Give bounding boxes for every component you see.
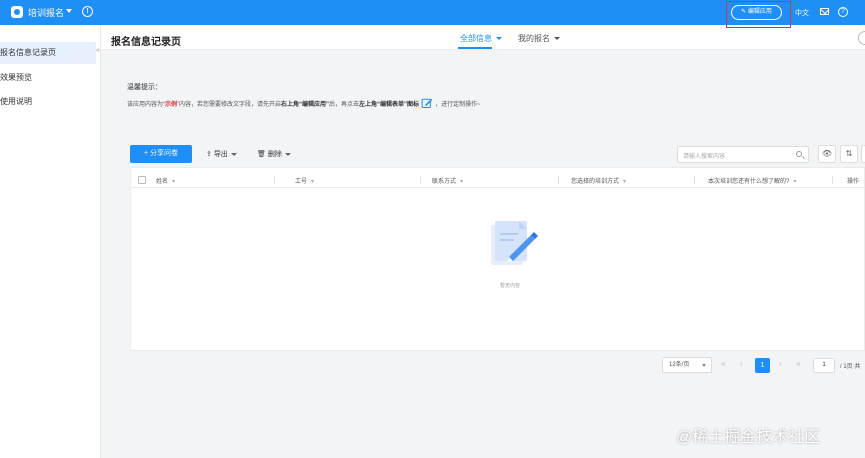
page-title: 报名信息记录页 xyxy=(111,37,181,48)
tab-label: 我的报名 xyxy=(518,34,550,43)
app-icon xyxy=(11,6,23,18)
export-label: 导出 xyxy=(213,151,228,158)
sort-chevron-icon: ▾ xyxy=(172,179,176,185)
sort-chevron-icon: ▾ xyxy=(460,179,464,185)
sidebar-item-label: 使用说明 xyxy=(0,97,32,106)
search-placeholder: 请输入搜索内容 xyxy=(683,154,726,160)
header-action-icon[interactable] xyxy=(858,31,865,45)
sort-chevron-icon: ▾ xyxy=(311,179,315,185)
chevron-down-icon xyxy=(496,37,502,41)
next-page-icon[interactable]: › xyxy=(779,359,782,368)
column-label: 姓名 xyxy=(156,179,169,185)
column-divider xyxy=(558,176,559,184)
column-visibility-eye-icon[interactable]: 👁 xyxy=(818,145,836,163)
sort-icon[interactable]: ⇅ xyxy=(840,145,858,163)
prev-page-icon[interactable]: ‹ xyxy=(740,359,743,368)
tip-text: 该应用内容为“示例”内容，若您需要修改文字段，请先开启右上角“编辑应用”后，再点… xyxy=(127,97,481,109)
language-switch[interactable]: 中文 xyxy=(795,8,809,18)
select-all-checkbox[interactable] xyxy=(138,176,146,184)
last-page-icon[interactable]: » xyxy=(796,359,800,368)
column-header-id[interactable]: 工号 ▾ xyxy=(295,176,314,185)
empty-document-icon xyxy=(491,221,538,265)
sidebar-item-preview[interactable]: 效果预览 xyxy=(0,67,96,89)
more-tools-icon[interactable] xyxy=(861,145,865,163)
search-icon[interactable] xyxy=(796,151,802,157)
chevron-down-icon xyxy=(230,152,237,156)
delete-label: 删除 xyxy=(267,151,282,158)
column-label: 本次培训您还有什么想了解的? xyxy=(708,179,790,185)
tip-bold: 左上角“编辑表单”图标 xyxy=(359,102,420,108)
tip-example: 示例 xyxy=(165,102,178,108)
first-page-icon[interactable]: « xyxy=(721,359,725,368)
chevron-down-icon xyxy=(702,364,706,367)
sort-chevron-icon: ▾ xyxy=(793,179,797,185)
tip-text-part: ，进行定制操作~ xyxy=(435,102,481,108)
page-total-text: / 1页 共 xyxy=(840,364,861,370)
page-jump-input[interactable]: 1 xyxy=(813,358,835,373)
column-label: 您选择的培训方式 xyxy=(571,179,620,185)
column-header-actions: 操作 xyxy=(847,179,860,185)
tab-all-info[interactable]: 全部信息 xyxy=(460,33,502,44)
tab-my-registration[interactable]: 我的报名 xyxy=(518,33,560,44)
tab-label: 全部信息 xyxy=(460,34,492,43)
column-divider xyxy=(274,176,275,184)
column-divider xyxy=(832,176,833,184)
tip-text-part: ”内容，若您需要修改文字段，请先开启 xyxy=(177,102,282,108)
edit-form-icon xyxy=(421,98,433,109)
tip-title: 温馨提示： xyxy=(127,84,162,91)
edit-app-highlight-box xyxy=(726,1,791,28)
trash-icon: 🗑 xyxy=(257,151,268,158)
empty-state-text: 暂无内容 xyxy=(500,283,521,289)
column-label: 工号 xyxy=(295,179,308,185)
column-header-training-method[interactable]: 您选择的培训方式 ▾ xyxy=(571,176,626,185)
sidebar-collapse-icon[interactable]: « xyxy=(96,47,100,54)
chevron-down-icon xyxy=(284,152,291,156)
column-divider xyxy=(420,176,421,184)
sidebar: 报名信息记录页 效果预览 使用说明 « xyxy=(0,25,101,458)
column-header-name[interactable]: 姓名 ▾ xyxy=(156,176,175,185)
app-name[interactable]: 培训报名 xyxy=(28,6,64,19)
tip-text-part: 后，再点击 xyxy=(329,102,360,108)
help-icon[interactable]: ? xyxy=(838,7,848,17)
delete-button[interactable]: 🗑 删除 xyxy=(257,149,291,159)
sidebar-item-usage[interactable]: 使用说明 xyxy=(0,91,96,113)
sort-chevron-icon: ▾ xyxy=(623,179,627,185)
watermark: @稀土掘金技术社区 xyxy=(676,429,821,446)
tip-text-part: 该应用内容为“ xyxy=(127,102,165,108)
column-header-questions[interactable]: 本次培训您还有什么想了解的? ▾ xyxy=(708,176,796,185)
chevron-down-icon xyxy=(554,37,560,41)
upload-icon: ⇪ xyxy=(206,151,214,158)
column-header-contact[interactable]: 联系方式 ▾ xyxy=(432,176,463,185)
current-page-button[interactable]: 1 xyxy=(755,358,770,373)
app-switch-chevron-down-icon[interactable] xyxy=(66,9,72,13)
share-questionnaire-button[interactable]: + 分享问卷 xyxy=(130,145,192,163)
page-size-value: 12条/页 xyxy=(669,362,690,368)
info-icon[interactable]: ! xyxy=(82,6,93,17)
sidebar-item-records[interactable]: 报名信息记录页 xyxy=(0,42,96,64)
column-label: 联系方式 xyxy=(432,179,457,185)
search-input[interactable]: 请输入搜索内容 xyxy=(677,146,809,163)
sidebar-item-label: 报名信息记录页 xyxy=(0,48,56,57)
mail-icon[interactable] xyxy=(820,8,829,15)
export-button[interactable]: ⇪ 导出 xyxy=(206,149,237,159)
sidebar-item-label: 效果预览 xyxy=(0,73,32,82)
page-size-select[interactable]: 12条/页 xyxy=(662,357,712,373)
column-divider xyxy=(694,176,695,184)
tip-bold: 右上角“编辑应用” xyxy=(281,102,330,108)
